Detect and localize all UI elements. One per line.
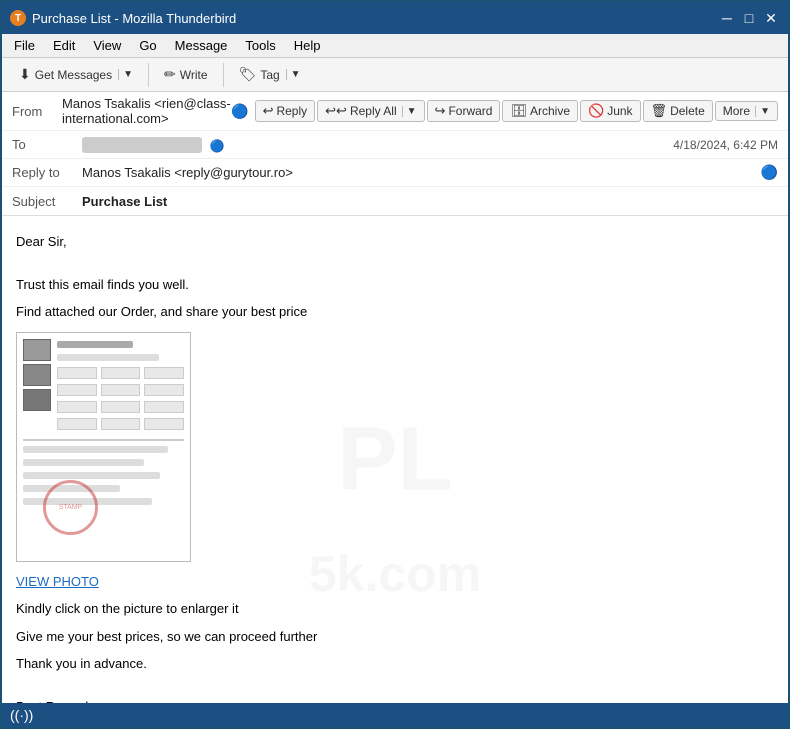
junk-icon: 🚫 [588,103,604,119]
reply-all-dropdown-icon[interactable]: ▼ [402,106,417,117]
email-content: Dear Sir, Trust this email finds you wel… [16,232,774,703]
junk-button[interactable]: 🚫 Junk [580,100,641,122]
delete-icon: 🗑 [651,103,668,119]
window-title: Purchase List - Mozilla Thunderbird [32,11,236,26]
archive-icon: 🗄 [510,103,527,119]
menu-view[interactable]: View [85,36,129,55]
menu-tools[interactable]: Tools [237,36,283,55]
forward-button[interactable]: ↪ Forward [427,100,501,122]
window-controls: ─ □ ✕ [718,9,780,27]
close-button[interactable]: ✕ [762,9,780,27]
body-line2: Find attached our Order, and share your … [16,302,774,322]
toolbar-divider-1 [148,63,149,87]
tag-button[interactable]: 🏷 Tag ▼ [230,62,310,87]
body-line5: Thank you in advance. [16,654,774,674]
email-date: 4/18/2024, 6:42 PM [673,138,778,152]
email-header: From Manos Tsakalis <rien@class-internat… [2,92,788,216]
greeting: Dear Sir, [16,232,774,252]
menu-go[interactable]: Go [131,36,164,55]
from-value: Manos Tsakalis <rien@class-international… [62,96,231,126]
document-stamp: STAMP [43,480,98,535]
body-line1: Trust this email finds you well. [16,275,774,295]
reply-button[interactable]: ↩ Reply [255,100,316,122]
toolbar-divider-2 [223,63,224,87]
from-label: From [12,104,62,119]
write-button[interactable]: ✏ Write [155,62,217,87]
subject-value: Purchase List [82,194,778,209]
reply-all-icon: ↩↩ [325,103,347,119]
maximize-button[interactable]: □ [740,9,758,27]
reply-all-button[interactable]: ↩↩ Reply All ▼ [317,100,424,122]
menu-bar: File Edit View Go Message Tools Help [2,34,788,58]
to-label: To [12,137,82,152]
wifi-icon: ((·)) [10,707,33,723]
title-bar-left: T Purchase List - Mozilla Thunderbird [10,10,236,26]
get-messages-button[interactable]: ⬇ Get Messages ▼ [10,62,142,87]
body-closing: Best Regards, [16,697,774,704]
more-button[interactable]: More ▼ [715,101,778,121]
to-row: To 🔵 4/18/2024, 6:42 PM [2,131,788,159]
action-buttons: ↩ Reply ↩↩ Reply All ▼ ↪ Forward 🗄 Archi… [255,100,778,122]
menu-message[interactable]: Message [167,36,236,55]
email-body: PL 5k.com Dear Sir, Trust this email fin… [2,216,788,703]
app-icon: T [10,10,26,26]
reply-to-contact-icon[interactable]: 🔵 [761,164,778,181]
menu-help[interactable]: Help [286,36,329,55]
get-messages-icon: ⬇ [19,66,31,83]
delete-button[interactable]: 🗑 Delete [643,100,713,122]
to-contact-icon[interactable]: 🔵 [210,139,225,153]
contact-icon[interactable]: 🔵 [231,103,248,120]
toolbar: ⬇ Get Messages ▼ ✏ Write 🏷 Tag ▼ [2,58,788,92]
main-window: T Purchase List - Mozilla Thunderbird ─ … [0,0,790,729]
get-messages-dropdown-icon[interactable]: ▼ [118,69,133,80]
reply-to-row: Reply to Manos Tsakalis <reply@gurytour.… [2,159,788,187]
body-line4: Give me your best prices, so we can proc… [16,627,774,647]
to-value: 🔵 [82,137,663,153]
subject-label: Subject [12,194,82,209]
menu-edit[interactable]: Edit [45,36,83,55]
from-row: From Manos Tsakalis <rien@class-internat… [2,92,788,131]
to-blurred-value [82,137,202,153]
archive-button[interactable]: 🗄 Archive [502,100,578,122]
tag-icon: 🏷 [239,66,257,83]
tag-dropdown-icon[interactable]: ▼ [286,69,301,80]
status-bar: ((·)) [2,703,788,727]
attachment-preview[interactable]: STAMP [16,332,191,562]
reply-to-value: Manos Tsakalis <reply@gurytour.ro> [82,165,761,180]
write-icon: ✏ [164,66,176,83]
more-dropdown-icon[interactable]: ▼ [755,106,770,117]
minimize-button[interactable]: ─ [718,9,736,27]
reply-icon: ↩ [263,103,274,119]
subject-row: Subject Purchase List [2,187,788,215]
title-bar: T Purchase List - Mozilla Thunderbird ─ … [2,2,788,34]
reply-to-label: Reply to [12,165,82,180]
forward-icon: ↪ [435,103,446,119]
body-line3: Kindly click on the picture to enlarger … [16,599,774,619]
menu-file[interactable]: File [6,36,43,55]
view-photo-link[interactable]: VIEW PHOTO [16,574,99,589]
doc-preview: STAMP [17,333,190,561]
